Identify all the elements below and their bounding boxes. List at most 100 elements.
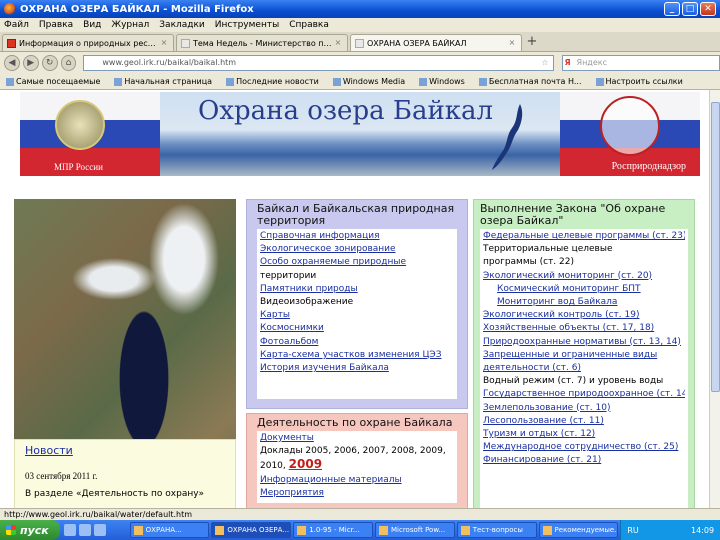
document-icon — [542, 525, 552, 535]
taskbar-item[interactable]: Тест-вопросы — [456, 522, 537, 538]
taskbar-item[interactable]: ОХРАНА... — [129, 522, 210, 538]
bookmark-windows-media[interactable]: Windows Media — [332, 77, 405, 86]
link-eco-monitoring[interactable]: Экологический мониторинг (ст. 20) — [483, 270, 685, 283]
firefox-icon — [4, 3, 16, 15]
text-territorial-programs: Территориальные целевые — [483, 244, 613, 255]
link-history[interactable]: История изучения Байкала — [260, 362, 454, 375]
panel-heading: Выполнение Закона "Об охране озера Байка… — [480, 202, 666, 227]
link-federal-programs[interactable]: Федеральные целевые программы (ст. 23) — [483, 230, 685, 243]
bookmark-icon — [6, 77, 14, 86]
bookmark-most-visited[interactable]: Самые посещаемые — [6, 77, 100, 86]
maximize-button[interactable]: □ — [682, 2, 698, 16]
link-land-use[interactable]: Землепользование (ст. 10) — [483, 402, 685, 415]
link-photo-album[interactable]: Фотоальбом — [260, 336, 454, 349]
reports-years-line1[interactable]: Доклады 2005, 2006, 2007, 2008, 2009, — [260, 446, 446, 456]
menu-tools[interactable]: Инструменты — [215, 20, 279, 30]
taskbar-item[interactable]: Microsoft Pow... — [374, 522, 455, 538]
bookmark-start-page[interactable]: Начальная страница — [114, 77, 212, 86]
page-favicon — [355, 38, 364, 48]
link-international[interactable]: Международное сотрудничество (ст. 25) — [483, 441, 685, 454]
link-eco-control[interactable]: Экологический контроль (ст. 19) — [483, 309, 685, 322]
bookmark-label: Бесплатная почта H... — [488, 77, 582, 86]
taskbar-item[interactable]: Рекомендуемые... — [538, 522, 619, 538]
ministry-caption: МПР России — [54, 162, 103, 172]
menu-bookmarks[interactable]: Закладки — [159, 20, 205, 30]
tab-2[interactable]: Тема Недель - Министерство природ... × — [176, 34, 348, 51]
link-zoning-map[interactable]: Карта-схема участков изменения ЦЭЗ — [260, 349, 454, 362]
menu-edit[interactable]: Правка — [39, 20, 73, 30]
bookmark-free-mail[interactable]: Бесплатная почта H... — [478, 77, 582, 86]
language-indicator[interactable]: RU — [621, 526, 638, 535]
quicklaunch-icon[interactable] — [63, 524, 76, 536]
link-tourism[interactable]: Туризм и отдых (ст. 12) — [483, 428, 685, 441]
taskbar-item-active[interactable]: ОХРАНА ОЗЕРА... — [211, 522, 292, 538]
bookmark-label: Настроить ссылки — [605, 77, 683, 86]
bookmark-customize-links[interactable]: Настроить ссылки — [595, 77, 683, 86]
link-reference-info[interactable]: Справочная информация — [260, 230, 454, 243]
text-water-regime: Водный режим (ст. 7) и уровень воды — [483, 376, 664, 387]
reports-years-line2[interactable]: 2010, — [260, 461, 286, 471]
link-events[interactable]: Мероприятия — [260, 487, 454, 500]
news-text: В разделе «Деятельность по охрану» — [25, 489, 205, 499]
quicklaunch-icon[interactable] — [93, 524, 106, 536]
quick-launch — [60, 520, 130, 540]
home-button[interactable]: ⌂ — [60, 55, 77, 71]
link-eco-zoning[interactable]: Экологическое зонирование — [260, 243, 454, 256]
status-bar: http://www.geol.irk.ru/baikal/water/defa… — [0, 508, 720, 520]
taskbar-item[interactable]: 1.0-95 - Micr... — [293, 522, 373, 538]
bookmark-windows[interactable]: Windows — [419, 77, 465, 86]
forward-button[interactable]: ▶ — [22, 55, 39, 71]
link-norms[interactable]: Природоохранные нормативы (ст. 13, 14) — [483, 336, 685, 349]
vertical-scrollbar[interactable] — [709, 90, 720, 520]
search-input[interactable]: Я Яндекс — [561, 55, 720, 71]
menu-view[interactable]: Вид — [83, 20, 101, 30]
bookmark-star-icon[interactable]: ☆ — [541, 56, 548, 70]
link-maps[interactable]: Карты — [260, 309, 454, 322]
rosprirodnadzor-seal-icon — [600, 96, 660, 156]
link-state-protection[interactable]: Государственное природоохранное (ст. 14) — [483, 388, 685, 401]
clock[interactable]: 14:09 — [691, 526, 714, 535]
tab-close-icon[interactable]: × — [507, 38, 517, 48]
link-funding[interactable]: Финансирование (ст. 21) — [483, 454, 685, 467]
tab-close-icon[interactable]: × — [333, 38, 343, 48]
bookmark-label: Самые посещаемые — [16, 77, 101, 86]
minimize-button[interactable]: _ — [664, 2, 680, 16]
bookmark-icon — [478, 77, 487, 86]
tab-label: Тема Недель - Министерство природ... — [193, 38, 333, 48]
menu-file[interactable]: Файл — [4, 20, 29, 30]
link-prohibited-activities-2[interactable]: деятельности (ст. 6) — [483, 362, 685, 375]
quicklaunch-icon[interactable] — [78, 524, 91, 536]
close-button[interactable]: ✕ — [700, 2, 716, 16]
bookmark-latest-news[interactable]: Последние новости — [226, 77, 319, 86]
link-prohibited-activities[interactable]: Запрещенные и ограниченные виды — [483, 349, 685, 362]
link-protected-areas[interactable]: Особо охраняемые природные — [260, 256, 454, 269]
reload-button[interactable]: ↻ — [41, 55, 58, 71]
report-2009-link[interactable]: 2009 — [289, 457, 322, 471]
link-natural-monuments[interactable]: Памятники природы — [260, 283, 454, 296]
link-economic-objects[interactable]: Хозяйственные объекты (ст. 17, 18) — [483, 322, 685, 335]
tab-1[interactable]: Информация о природных ресурсах ... × — [2, 34, 174, 51]
bookmark-label: Последние новости — [236, 77, 319, 86]
link-satellite-images[interactable]: Космоснимки — [260, 322, 454, 335]
link-forest-use[interactable]: Лесопользование (ст. 11) — [483, 415, 685, 428]
tab-3[interactable]: ОХРАНА ОЗЕРА БАЙКАЛ × — [350, 34, 522, 51]
back-button[interactable]: ◀ — [4, 55, 20, 71]
task-label: Рекомендуемые... — [554, 526, 619, 534]
windows-icon — [419, 77, 428, 86]
url-bar[interactable]: www.geol.irk.ru/baikal/baikal.htm ☆ — [83, 55, 554, 71]
start-button[interactable]: пуск — [0, 520, 60, 540]
link-documents[interactable]: Документы — [260, 432, 454, 445]
link-info-materials[interactable]: Информационные материалы — [260, 474, 454, 487]
law-implementation-panel: Выполнение Закона "Об охране озера Байка… — [473, 199, 695, 520]
tab-close-icon[interactable]: × — [159, 38, 169, 48]
link-water-monitoring[interactable]: Мониторинг вод Байкала — [483, 296, 685, 309]
bookmark-label: Windows — [429, 77, 465, 86]
menu-help[interactable]: Справка — [289, 20, 329, 30]
text-territorial-programs-2: программы (ст. 22) — [483, 257, 574, 268]
news-title-link[interactable]: Новости — [25, 444, 225, 457]
menu-history[interactable]: Журнал — [111, 20, 149, 30]
scrollbar-thumb[interactable] — [711, 102, 720, 392]
title-bar: ОХРАНА ОЗЕРА БАЙКАЛ - Mozilla Firefox _ … — [0, 0, 720, 18]
new-tab-button[interactable]: + — [524, 35, 540, 51]
link-space-monitoring[interactable]: Космический мониторинг БПТ — [483, 283, 685, 296]
